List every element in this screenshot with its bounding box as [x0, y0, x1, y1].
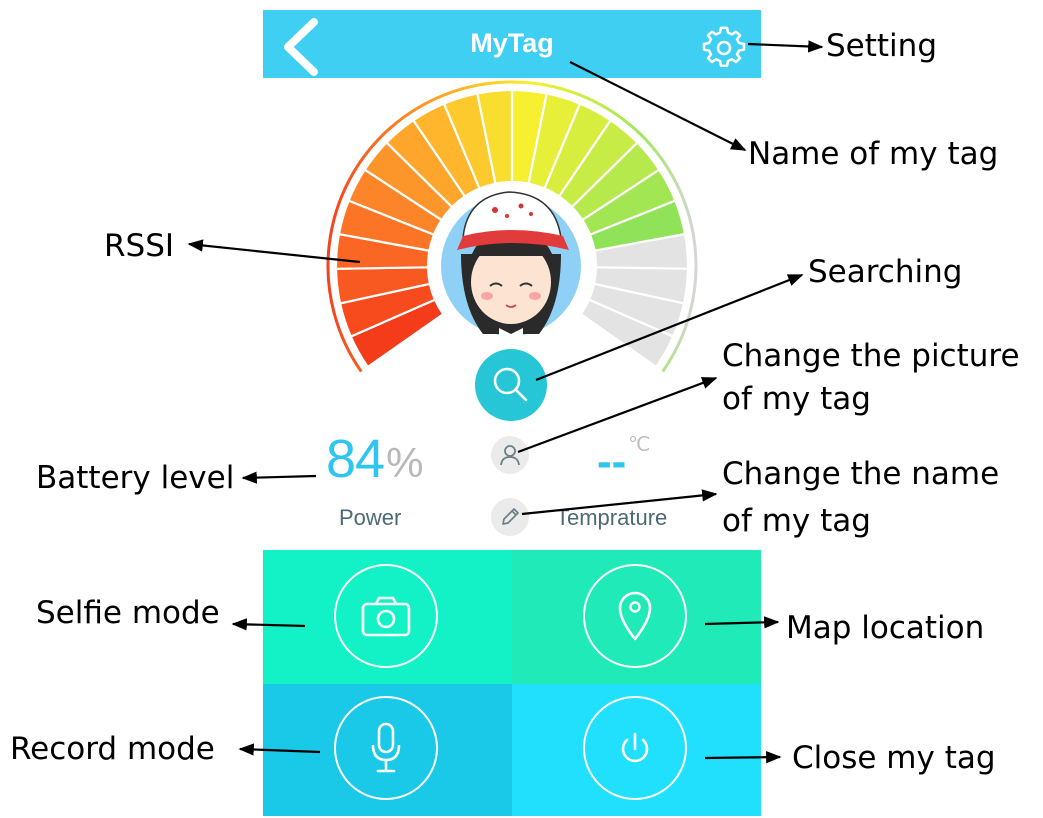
callout-change-name-line2: of my tag: [722, 503, 871, 539]
close-tag-tile: [512, 684, 761, 816]
callout-battery: Battery level: [36, 460, 235, 496]
camera-icon: [361, 596, 411, 637]
callout-setting: Setting: [826, 28, 937, 64]
battery-value: 84: [326, 429, 385, 489]
gear-icon[interactable]: [702, 26, 746, 70]
temperature-unit: ℃: [628, 434, 651, 456]
map-location-tile: [512, 550, 761, 684]
temperature-value: --: [597, 437, 627, 486]
selfie-mode-button[interactable]: [334, 564, 438, 668]
microphone-icon: [371, 722, 401, 773]
map-pin-icon: [618, 591, 652, 641]
callout-change-picture-line2: of my tag: [722, 381, 871, 417]
temperature-label: Temprature: [556, 505, 668, 530]
battery-level: 84%: [326, 428, 423, 490]
close-tag-button[interactable]: [583, 696, 687, 800]
tag-name-title[interactable]: MyTag: [263, 28, 761, 59]
callout-record: Record mode: [10, 731, 215, 767]
record-mode-button[interactable]: [334, 696, 438, 800]
battery-label: Power: [339, 505, 402, 530]
change-name-button[interactable]: [491, 498, 529, 536]
callout-map: Map location: [786, 610, 985, 646]
change-picture-button[interactable]: [491, 436, 529, 474]
callout-close: Close my tag: [792, 740, 996, 776]
callout-searching: Searching: [808, 254, 963, 290]
map-location-button[interactable]: [583, 564, 687, 668]
callout-rssi: RSSI: [104, 228, 175, 264]
callout-tag-name: Name of my tag: [748, 136, 999, 172]
battery-unit: %: [386, 439, 423, 486]
search-button[interactable]: [475, 349, 547, 421]
power-icon: [621, 732, 649, 763]
pencil-icon: [502, 508, 519, 525]
callout-change-picture-line1: Change the picture: [722, 338, 1020, 374]
tag-avatar[interactable]: [429, 184, 593, 348]
record-mode-tile: [263, 684, 512, 816]
selfie-mode-tile: [263, 550, 512, 684]
callout-selfie: Selfie mode: [36, 595, 220, 631]
user-icon: [500, 445, 520, 466]
callout-change-name-line1: Change the name: [722, 456, 1000, 492]
